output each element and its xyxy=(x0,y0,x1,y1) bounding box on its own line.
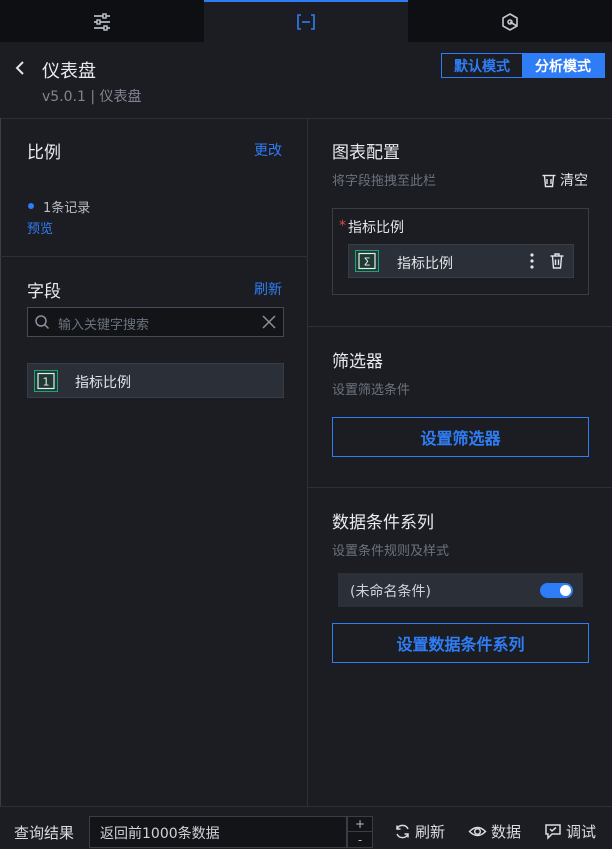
tab-fields[interactable] xyxy=(204,0,408,42)
field-search[interactable]: 输入关键字搜索 xyxy=(27,307,284,337)
analysis-mode-button[interactable]: 分析模式 xyxy=(522,54,604,77)
filter-title: 筛选器 xyxy=(332,352,383,372)
slot-label: 指标比例 xyxy=(348,220,404,236)
field-drop-zone[interactable]: * 指标比例 Σ 指标比例 xyxy=(332,208,589,295)
left-divider xyxy=(0,256,307,257)
required-mark: * xyxy=(339,218,346,234)
set-filter-button[interactable]: 设置筛选器 xyxy=(332,417,589,457)
toggle-knob xyxy=(560,585,571,596)
mode-switch: 默认模式 分析模式 xyxy=(441,53,605,78)
field-config-icon xyxy=(297,14,315,30)
row-limit-stepper: + - xyxy=(347,816,373,848)
version-label: v5.0.1 | 仪表盘 xyxy=(42,89,142,105)
preview-link[interactable]: 预览 xyxy=(27,218,53,237)
back-arrow-icon[interactable] xyxy=(13,58,27,78)
debug-button[interactable]: 调试 xyxy=(544,821,596,842)
column-divider xyxy=(307,118,308,806)
chip-badge-text: Σ xyxy=(364,256,371,269)
condition-toggle[interactable] xyxy=(540,583,573,598)
chart-config-hint: 将字段拖拽至此栏 xyxy=(332,174,437,189)
tab-settings[interactable] xyxy=(0,0,204,42)
query-footer: 查询结果 返回前1000条数据 + - 刷新 数据 调试 xyxy=(0,806,612,849)
record-dot-icon xyxy=(28,203,34,209)
refresh-label: 刷新 xyxy=(415,823,446,841)
tab-style[interactable] xyxy=(408,0,612,42)
default-mode-button[interactable]: 默认模式 xyxy=(442,54,522,77)
condition-hint: 设置条件规则及样式 xyxy=(332,544,450,559)
ratio-title: 比例 xyxy=(27,143,61,163)
sliders-icon xyxy=(94,13,110,31)
field-item[interactable]: 1 指标比例 xyxy=(27,363,284,398)
refresh-fields-link[interactable]: 刷新 xyxy=(254,279,282,299)
eye-icon xyxy=(468,826,487,837)
search-icon xyxy=(35,315,50,330)
refresh-button[interactable]: 刷新 xyxy=(394,821,445,842)
delete-icon[interactable] xyxy=(549,252,565,270)
fields-title: 字段 xyxy=(27,282,61,302)
clear-label: 清空 xyxy=(560,173,588,189)
widget-header: 仪表盘 v5.0.1 | 仪表盘 默认模式 分析模式 xyxy=(0,42,612,118)
edit-dataset-link[interactable]: 更改 xyxy=(254,140,282,160)
query-result-label: 查询结果 xyxy=(14,824,75,842)
number-field-icon: 1 xyxy=(34,370,58,392)
chart-config-title: 图表配置 xyxy=(332,143,400,163)
sigma-icon: Σ xyxy=(355,250,379,272)
style-icon xyxy=(502,13,518,31)
search-input[interactable]: 输入关键字搜索 xyxy=(58,314,149,333)
field-item-label: 指标比例 xyxy=(75,375,131,391)
data-button[interactable]: 数据 xyxy=(468,821,521,842)
condition-item[interactable]: (未命名条件) xyxy=(338,573,583,607)
clear-button[interactable]: 清空 xyxy=(541,170,588,190)
row-limit-value: 返回前1000条数据 xyxy=(100,826,220,842)
header-divider xyxy=(0,118,612,119)
left-edge xyxy=(0,118,1,806)
record-count: 1条记录 xyxy=(43,201,91,216)
chip-label: 指标比例 xyxy=(397,256,453,272)
debug-label: 调试 xyxy=(566,823,597,841)
step-up-button[interactable]: + xyxy=(348,817,372,832)
filter-hint: 设置筛选条件 xyxy=(332,383,411,398)
set-condition-button[interactable]: 设置数据条件系列 xyxy=(332,623,589,663)
field-badge-text: 1 xyxy=(43,376,50,389)
condition-title: 数据条件系列 xyxy=(332,513,434,533)
more-vertical-icon[interactable] xyxy=(529,252,535,270)
data-label: 数据 xyxy=(491,823,522,841)
trash-icon xyxy=(542,174,556,188)
panel-tab-bar xyxy=(0,0,612,42)
condition-item-label: (未命名条件) xyxy=(350,584,431,600)
step-down-button[interactable]: - xyxy=(348,832,372,847)
right-divider-1 xyxy=(307,326,612,327)
page-title: 仪表盘 xyxy=(42,61,96,82)
refresh-icon xyxy=(396,824,409,839)
clear-icon[interactable] xyxy=(261,314,277,330)
right-divider-2 xyxy=(307,487,612,488)
row-limit-input[interactable]: 返回前1000条数据 xyxy=(89,816,347,848)
assigned-field-chip[interactable]: Σ 指标比例 xyxy=(348,244,574,278)
debug-icon xyxy=(545,824,561,840)
